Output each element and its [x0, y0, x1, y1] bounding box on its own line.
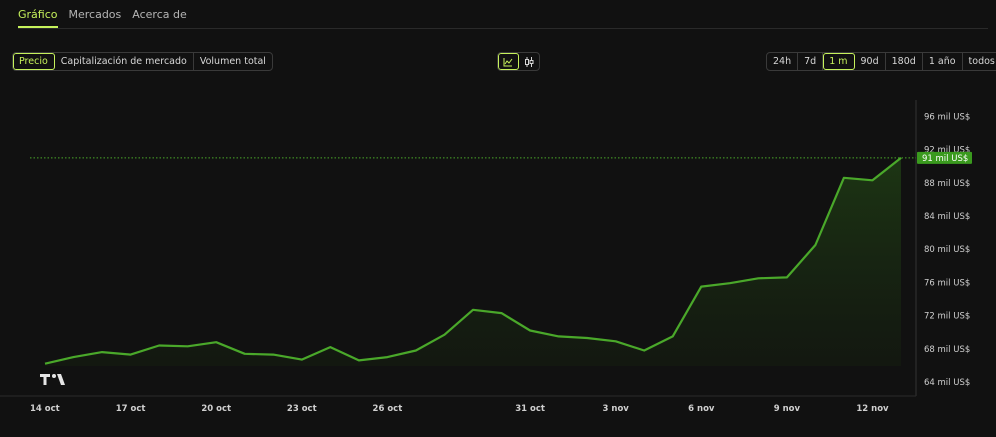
y-tick-label: 88 mil US$ [924, 179, 970, 189]
metric-market-cap-button[interactable]: Capitalización de mercado [55, 53, 194, 70]
range-7d-button[interactable]: 7d [798, 53, 824, 70]
range-180d-button[interactable]: 180d [886, 53, 923, 70]
x-tick-label: 26 oct [373, 404, 403, 414]
tab-mercados[interactable]: Mercados [69, 8, 122, 28]
tab-grafico[interactable]: Gráfico [18, 8, 58, 28]
candlestick-button[interactable] [519, 53, 539, 70]
x-tick-label: 3 nov [603, 404, 630, 414]
x-tick-label: 23 oct [287, 404, 317, 414]
y-tick-label: 72 mil US$ [924, 312, 970, 322]
range-1m-button[interactable]: 1 m [823, 53, 855, 70]
candlestick-icon [525, 56, 534, 67]
x-tick-label: 12 nov [856, 404, 889, 414]
chart-type-selector [497, 52, 540, 71]
x-tick-label: 17 oct [116, 404, 146, 414]
line-chart-button[interactable] [498, 53, 519, 70]
metric-volume-button[interactable]: Volumen total [194, 53, 272, 70]
current-price-label: 91 mil US$ [922, 154, 968, 164]
range-24h-button[interactable]: 24h [767, 53, 799, 70]
y-tick-label: 84 mil US$ [924, 212, 970, 222]
metric-precio-button[interactable]: Precio [13, 53, 55, 70]
y-tick-label: 68 mil US$ [924, 345, 970, 355]
tab-acerca-de[interactable]: Acerca de [132, 8, 186, 28]
price-area [45, 157, 901, 366]
x-tick-label: 14 oct [30, 404, 60, 414]
y-tick-label: 64 mil US$ [924, 378, 970, 388]
range-90d-button[interactable]: 90d [855, 53, 886, 70]
range-selector: 24h 7d 1 m 90d 180d 1 año todos [766, 52, 996, 71]
main-tabs: Gráfico Mercados Acerca de [18, 8, 187, 28]
y-tick-label: 80 mil US$ [924, 245, 970, 255]
range-todos-button[interactable]: todos [963, 53, 996, 70]
x-tick-label: 20 oct [201, 404, 231, 414]
y-tick-label: 76 mil US$ [924, 278, 970, 288]
tabs-divider [18, 28, 988, 29]
metric-selector: Precio Capitalización de mercado Volumen… [12, 52, 273, 71]
y-tick-label: 96 mil US$ [924, 112, 970, 122]
x-tick-label: 31 oct [515, 404, 545, 414]
price-chart[interactable]: 64 mil US$ 68 mil US$ 72 mil US$ 76 mil US$… [0, 80, 996, 437]
tradingview-logo [40, 374, 65, 385]
line-chart-icon [503, 57, 513, 66]
range-1-ano-button[interactable]: 1 año [923, 53, 963, 70]
x-tick-label: 9 nov [774, 404, 801, 414]
x-tick-label: 6 nov [688, 404, 715, 414]
